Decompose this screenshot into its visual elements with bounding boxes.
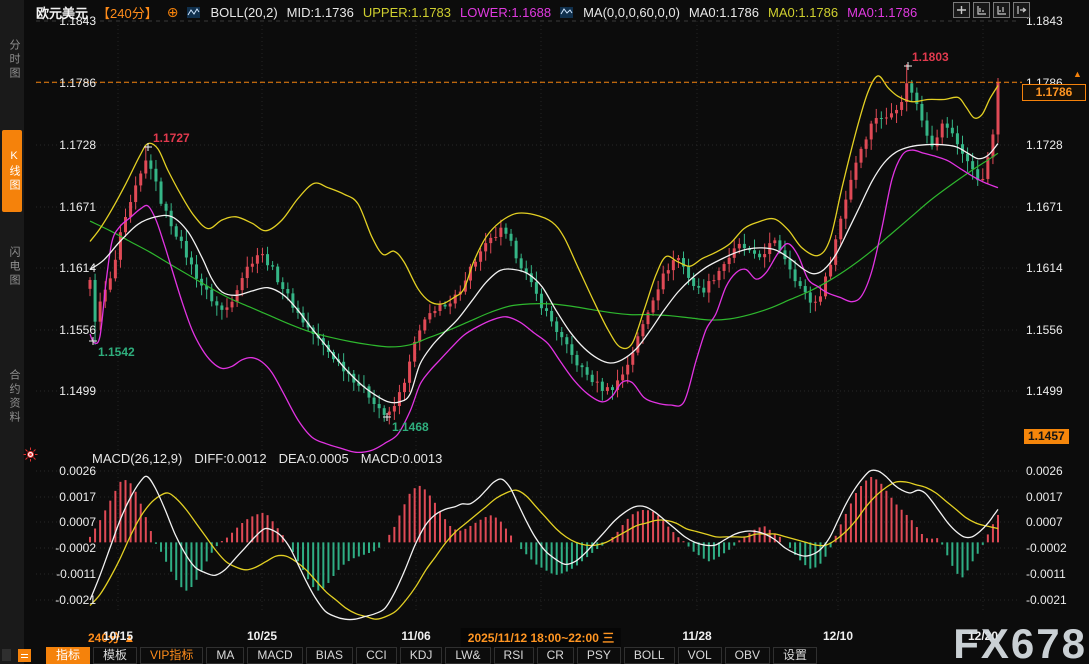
kline-app-window: 分时图K线图闪电图合约资料 欧元美元 【240分】 ⊕ BOLL(20,2) M… [0, 0, 1089, 664]
toolbar-item-7[interactable]: KDJ [400, 647, 443, 664]
price-axis-label: -0.0011 [1026, 567, 1088, 581]
chart-tool-buttons [953, 2, 1030, 18]
macd-diff-value: DIFF:0.0012 [194, 451, 266, 466]
macd-macd-value: MACD:0.0013 [361, 451, 443, 466]
chart-header: 欧元美元 【240分】 ⊕ BOLL(20,2) MID:1.1736 UPPE… [36, 3, 917, 22]
extreme-price-annotation: 1.1803 [912, 50, 949, 64]
boll-mid-value: MID:1.1736 [287, 5, 354, 20]
price-axis-label: 0.0007 [34, 515, 96, 529]
price-axis-label: 1.1843 [1026, 14, 1088, 28]
ma-label: MA(0,0,0,60,0,0) [583, 5, 680, 20]
price-axis-label: 1.1614 [1026, 261, 1088, 275]
boll-lower-value: LOWER:1.1688 [460, 5, 551, 20]
price-axis-label: 0.0026 [1026, 464, 1088, 478]
toolbar-item-8[interactable]: LW& [445, 647, 490, 664]
extreme-price-annotation: 1.1727 [153, 131, 190, 145]
toolbar-item-11[interactable]: PSY [577, 647, 621, 664]
price-up-arrow-icon: ▲ [1073, 69, 1082, 79]
scale-axis-left-icon[interactable] [973, 2, 990, 18]
toolbar-item-0[interactable]: 指标 [46, 647, 90, 664]
price-axis-label: 1.1671 [1026, 200, 1088, 214]
add-compare-icon[interactable]: ⊕ [167, 6, 179, 19]
date-tick-label: 11/28 [682, 629, 711, 643]
toolbar-item-10[interactable]: CR [537, 647, 574, 664]
ma0-value-white: MA0:1.1786 [689, 5, 759, 20]
toolbar-item-4[interactable]: MACD [247, 647, 302, 664]
price-axis-label: 1.1499 [1026, 384, 1088, 398]
candlestick-chart-canvas[interactable] [0, 0, 1089, 664]
date-tick-label: 10/15 [103, 629, 133, 643]
date-tick-label: 10/25 [247, 629, 277, 643]
toolbar-item-14[interactable]: OBV [725, 647, 770, 664]
price-axis-label: -0.0011 [34, 567, 96, 581]
range-low-badge: 1.1457 [1024, 429, 1069, 444]
indicator-toolbar: 指标模板VIP指标MAMACDBIASCCIKDJLW&RSICRPSYBOLL… [46, 646, 817, 664]
boll-upper-value: UPPER:1.1783 [363, 5, 451, 20]
boll-label: BOLL(20,2) [210, 5, 277, 20]
toolbar-item-6[interactable]: CCI [356, 647, 397, 664]
current-price-badge: 1.1786 [1022, 84, 1086, 101]
price-axis-label: 0.0026 [34, 464, 96, 478]
alert-blinker-icon[interactable] [23, 447, 38, 462]
date-tick-label: 11/06 [401, 629, 430, 643]
macd-dea-value: DEA:0.0005 [279, 451, 349, 466]
price-axis-label: -0.0021 [34, 593, 96, 607]
price-axis-label: -0.0002 [34, 541, 96, 555]
price-axis-label: 1.1556 [1026, 323, 1088, 337]
price-axis-label: 1.1499 [34, 384, 96, 398]
price-axis-label: -0.0002 [1026, 541, 1088, 555]
price-axis-label: 0.0007 [1026, 515, 1088, 529]
price-axis-label: 1.1556 [34, 323, 96, 337]
toolbar-item-9[interactable]: RSI [494, 647, 534, 664]
menu-icon[interactable] [18, 649, 31, 662]
price-axis-label: 1.1728 [1026, 138, 1088, 152]
price-axis-label: 1.1671 [34, 200, 96, 214]
price-axis-label: 1.1786 [34, 76, 96, 90]
toolbar-item-3[interactable]: MA [206, 647, 244, 664]
price-axis-label: 0.0017 [1026, 490, 1088, 504]
selected-candle-datetime-label: 2025/11/12 18:00~22:00 三 [461, 628, 621, 647]
watermark-logo: FX678 [953, 620, 1087, 664]
scale-axis-right-icon[interactable] [993, 2, 1010, 18]
toolbar-item-13[interactable]: VOL [678, 647, 722, 664]
toolbar-item-12[interactable]: BOLL [624, 647, 675, 664]
toolbar-item-1[interactable]: 模板 [93, 647, 137, 664]
macd-params-label: MACD(26,12,9) [92, 451, 182, 466]
ma-indicator-icon[interactable] [560, 6, 574, 19]
ma0-value-magenta: MA0:1.1786 [847, 5, 917, 20]
price-axis-label: -0.0021 [1026, 593, 1088, 607]
extreme-price-annotation: 1.1468 [392, 420, 429, 434]
date-tick-label: 12/10 [823, 629, 853, 643]
extreme-price-annotation: 1.1542 [98, 345, 135, 359]
toolbar-item-2[interactable]: VIP指标 [140, 647, 203, 664]
price-axis-label: 1.1728 [34, 138, 96, 152]
crosshair-tool-icon[interactable] [953, 2, 970, 18]
ma0-value-yellow: MA0:1.1786 [768, 5, 838, 20]
toolbar-item-15[interactable]: 设置 [773, 647, 817, 664]
collapse-panel-icon[interactable] [1013, 2, 1030, 18]
period-tag[interactable]: 【240分】 [97, 3, 158, 22]
price-axis-label: 0.0017 [34, 490, 96, 504]
boll-indicator-icon[interactable] [187, 6, 201, 19]
macd-header: MACD(26,12,9) DIFF:0.0012 DEA:0.0005 MAC… [92, 451, 442, 466]
price-axis-label: 1.1614 [34, 261, 96, 275]
toolbar-item-5[interactable]: BIAS [306, 647, 353, 664]
bottom-corner-button[interactable] [2, 649, 11, 661]
symbol-name: 欧元美元 [36, 3, 88, 22]
